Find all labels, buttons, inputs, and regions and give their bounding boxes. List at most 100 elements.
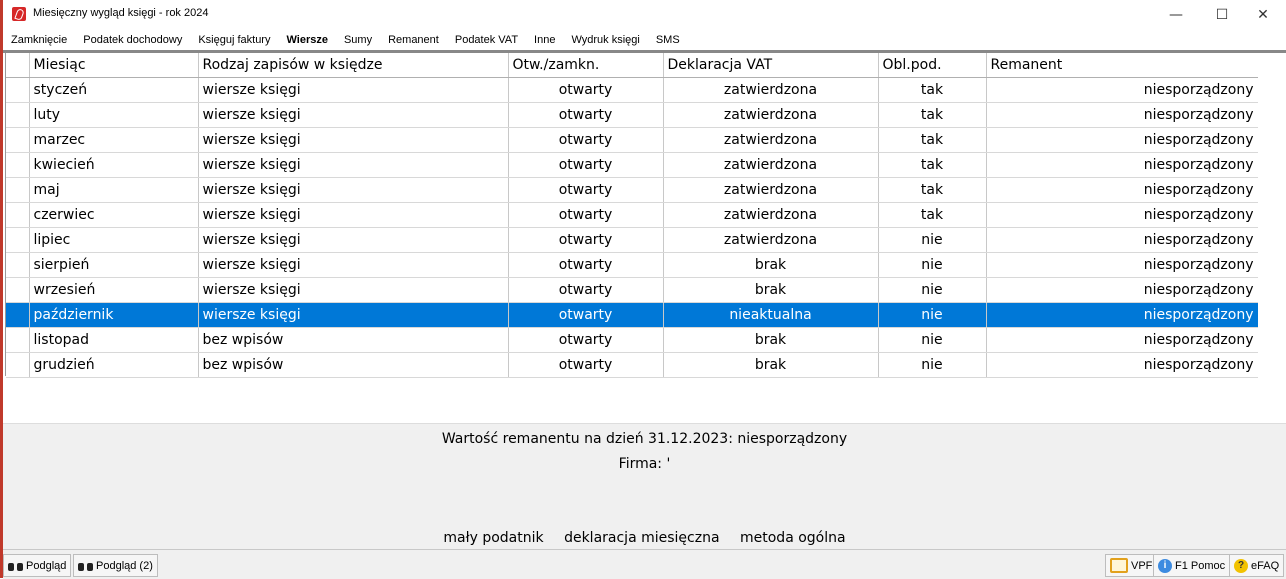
cell-remanent[interactable]: niesporządzony [986,177,1259,203]
cell-entry-type[interactable]: wiersze księgi [198,202,509,228]
menu-item[interactable]: SMS [648,34,688,46]
menu-item[interactable]: Remanent [380,34,447,46]
cell-entry-type[interactable]: bez wpisów [198,352,509,378]
menu-item[interactable]: Podatek VAT [447,34,526,46]
cell-open-closed[interactable]: otwarty [508,302,664,328]
cell-entry-type[interactable]: wiersze księgi [198,127,509,153]
column-header-open-closed[interactable]: Otw./zamkn. [508,53,664,78]
cell-remanent[interactable]: niesporządzony [986,127,1259,153]
cell-vat-declaration[interactable]: zatwierdzona [663,152,879,178]
cell-open-closed[interactable]: otwarty [508,202,664,228]
cell-open-closed[interactable]: otwarty [508,277,664,303]
cell-month[interactable]: sierpień [29,252,199,278]
preview-button[interactable]: Podgląd [3,554,72,577]
cell-remanent[interactable]: niesporządzony [986,77,1259,103]
cell-entry-type[interactable]: wiersze księgi [198,152,509,178]
cell-month[interactable]: marzec [29,127,199,153]
cell-tax-calc[interactable]: tak [878,127,987,153]
cell-month[interactable]: listopad [29,327,199,353]
cell-month[interactable]: styczeń [29,77,199,103]
cell-vat-declaration[interactable]: zatwierdzona [663,102,879,128]
table-row[interactable]: maj wiersze księgi otwarty zatwierdzona tak n… [6,177,1259,203]
menu-item[interactable]: Podatek dochodowy [75,34,190,46]
cell-month[interactable]: luty [29,102,199,128]
cell-open-closed[interactable]: otwarty [508,152,664,178]
table-row[interactable]: luty wiersze księgi otwarty zatwierdzona tak… [6,102,1259,128]
cell-entry-type[interactable]: wiersze księgi [198,102,509,128]
cell-vat-declaration[interactable]: brak [663,327,879,353]
preview-2-button[interactable]: Podgląd (2) [73,554,158,577]
cell-entry-type[interactable]: wiersze księgi [198,177,509,203]
cell-tax-calc[interactable]: nie [878,302,987,328]
cell-entry-type[interactable]: bez wpisów [198,327,509,353]
cell-tax-calc[interactable]: tak [878,102,987,128]
close-button[interactable]: ✕ [1240,2,1286,28]
cell-entry-type[interactable]: wiersze księgi [198,277,509,303]
table-row[interactable]: październik wiersze księgi otwarty nieaktua… [6,302,1259,328]
minimize-button[interactable]: — [1153,2,1199,28]
column-header-remanent[interactable]: Remanent [986,53,1259,78]
cell-vat-declaration[interactable]: zatwierdzona [663,227,879,253]
cell-vat-declaration[interactable]: zatwierdzona [663,127,879,153]
cell-month[interactable]: wrzesień [29,277,199,303]
cell-remanent[interactable]: niesporządzony [986,227,1259,253]
cell-month[interactable]: październik [29,302,199,328]
cell-vat-declaration[interactable]: brak [663,252,879,278]
cell-tax-calc[interactable]: nie [878,352,987,378]
cell-month[interactable]: czerwiec [29,202,199,228]
cell-open-closed[interactable]: otwarty [508,177,664,203]
cell-open-closed[interactable]: otwarty [508,77,664,103]
column-header-entry-type[interactable]: Rodzaj zapisów w księdze [198,53,509,78]
menu-item[interactable]: Inne [526,34,563,46]
table-row[interactable]: listopad bez wpisów otwarty brak nie niesporz… [6,327,1259,353]
cell-vat-declaration[interactable]: zatwierdzona [663,77,879,103]
cell-tax-calc[interactable]: nie [878,277,987,303]
cell-tax-calc[interactable]: nie [878,327,987,353]
cell-tax-calc[interactable]: nie [878,227,987,253]
maximize-button[interactable]: ☐ [1199,2,1245,28]
menu-item[interactable]: Sumy [336,34,380,46]
cell-remanent[interactable]: niesporządzony [986,352,1259,378]
vpf-button[interactable]: VPF [1105,554,1158,577]
cell-vat-declaration[interactable]: nieaktualna [663,302,879,328]
cell-month[interactable]: kwiecień [29,152,199,178]
cell-month[interactable]: grudzień [29,352,199,378]
cell-entry-type[interactable]: wiersze księgi [198,77,509,103]
table-row[interactable]: marzec wiersze księgi otwarty zatwierdzona t… [6,127,1259,153]
cell-entry-type[interactable]: wiersze księgi [198,227,509,253]
cell-month[interactable]: lipiec [29,227,199,253]
cell-open-closed[interactable]: otwarty [508,127,664,153]
cell-remanent[interactable]: niesporządzony [986,302,1259,328]
cell-vat-declaration[interactable]: brak [663,352,879,378]
cell-remanent[interactable]: niesporządzony [986,277,1259,303]
cell-remanent[interactable]: niesporządzony [986,202,1259,228]
column-header-tax-calc[interactable]: Obl.pod. [878,53,987,78]
cell-tax-calc[interactable]: tak [878,77,987,103]
table-row[interactable]: lipiec wiersze księgi otwarty zatwierdzona n… [6,227,1259,253]
table-row[interactable]: kwiecień wiersze księgi otwarty zatwierdzon… [6,152,1259,178]
menu-item[interactable]: Zamknięcie [3,34,75,46]
cell-tax-calc[interactable]: tak [878,152,987,178]
table-row[interactable]: wrzesień wiersze księgi otwarty brak nie nies… [6,277,1259,303]
cell-remanent[interactable]: niesporządzony [986,327,1259,353]
column-header-month[interactable]: Miesiąc [29,53,199,78]
cell-remanent[interactable]: niesporządzony [986,102,1259,128]
cell-open-closed[interactable]: otwarty [508,327,664,353]
cell-tax-calc[interactable]: tak [878,202,987,228]
cell-entry-type[interactable]: wiersze księgi [198,252,509,278]
menu-item[interactable]: Księguj faktury [190,34,278,46]
efaq-button[interactable]: ? eFAQ [1229,554,1285,577]
menu-item[interactable]: Wiersze [278,34,335,46]
cell-entry-type[interactable]: wiersze księgi [198,302,509,328]
table-row[interactable]: styczeń wiersze księgi otwarty zatwierdzona… [6,77,1259,103]
cell-open-closed[interactable]: otwarty [508,102,664,128]
cell-remanent[interactable]: niesporządzony [986,152,1259,178]
menu-item[interactable]: Wydruk księgi [563,34,647,46]
table-row[interactable]: sierpień wiersze księgi otwarty brak nie nies… [6,252,1259,278]
table-row[interactable]: czerwiec wiersze księgi otwarty zatwierdzon… [6,202,1259,228]
cell-month[interactable]: maj [29,177,199,203]
column-header-vat-declaration[interactable]: Deklaracja VAT [663,53,879,78]
cell-open-closed[interactable]: otwarty [508,252,664,278]
cell-open-closed[interactable]: otwarty [508,352,664,378]
cell-vat-declaration[interactable]: brak [663,277,879,303]
